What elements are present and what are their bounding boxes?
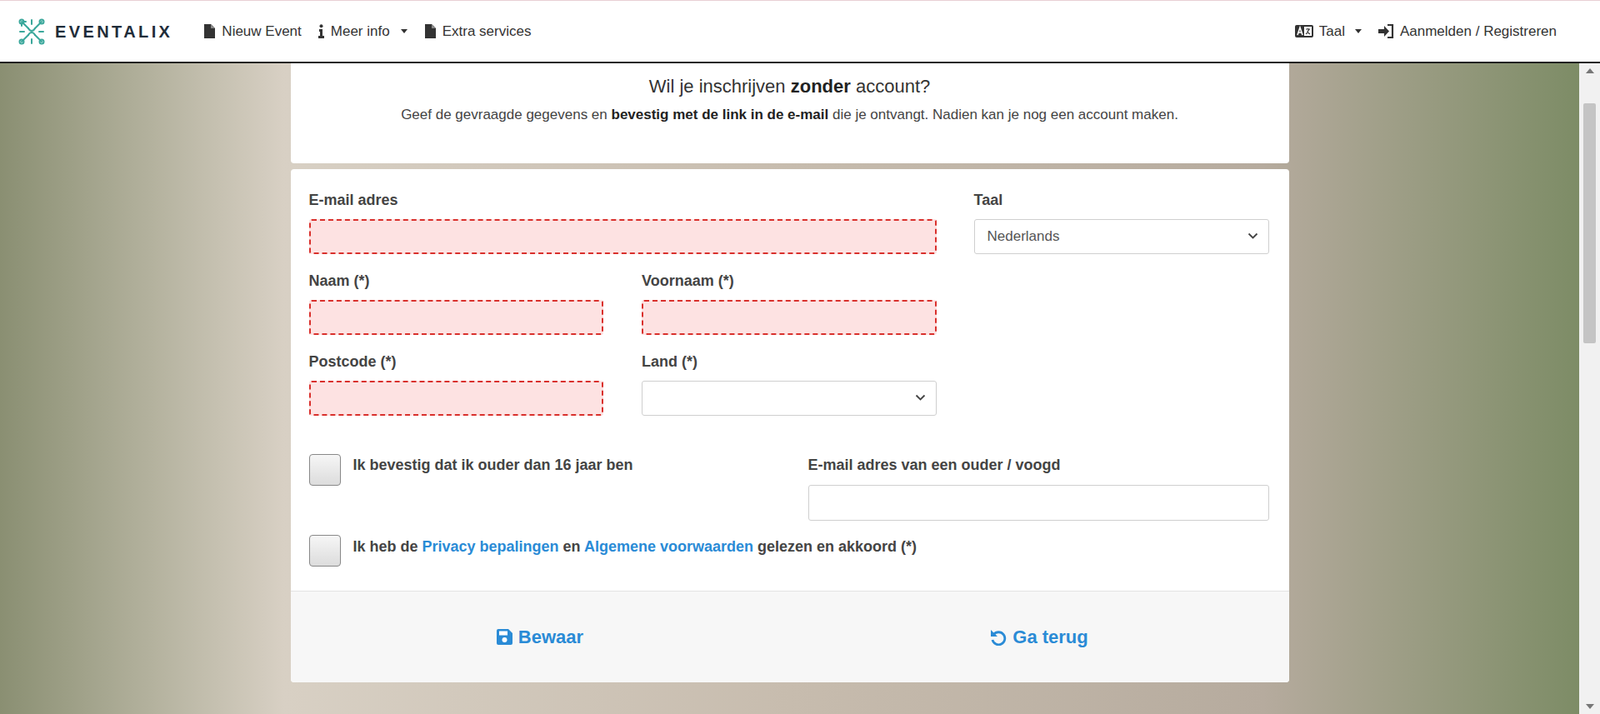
user-menu: Taal Aanmelden / Registreren: [1295, 20, 1557, 43]
logo[interactable]: EVENTALIX: [18, 18, 173, 45]
field-label: E-mail adres: [309, 190, 937, 210]
scrollbar[interactable]: [1579, 63, 1600, 714]
terms-text: Ik heb de: [353, 538, 423, 555]
sign-in-icon: [1378, 24, 1395, 39]
field-label: Postcode (*): [309, 351, 605, 372]
terms-link[interactable]: Privacy bepalingen: [422, 538, 560, 555]
nav-item[interactable]: Meer info: [318, 20, 408, 43]
background-photo: Wil je inschrijven zonder account? Geef d…: [0, 63, 1580, 714]
firstname-input[interactable]: [641, 300, 937, 335]
name-input[interactable]: [309, 300, 605, 335]
language-select[interactable]: Nederlands: [974, 219, 1270, 255]
language-menu[interactable]: Taal: [1295, 20, 1362, 43]
navbar: EVENTALIX Nieuw Event Meer info Extra servi…: [0, 0, 1600, 64]
caret-icon: [400, 29, 408, 34]
login-link[interactable]: Aanmelden / Registreren: [1378, 20, 1557, 43]
signup-form: E-mail adres Naam (*) Voornaam (*) Postcode…: [290, 169, 1290, 683]
nav-item[interactable]: Nieuw Event: [203, 20, 301, 43]
save-button[interactable]: Bewaar: [496, 623, 584, 651]
age-label: Ik bevestig dat ik ouder dan 16 jaar ben: [353, 454, 634, 475]
form-footer: Bewaar Ga terug: [290, 590, 1290, 683]
terms-link[interactable]: Algemene voorwaarden: [584, 538, 754, 555]
terms-text: gelezen en akkoord (*): [753, 538, 917, 555]
parent-email-input[interactable]: [808, 485, 1270, 521]
intro-subtitle: Geef de gevraagde gegevens en bevestig m…: [400, 105, 1179, 125]
save-icon: [496, 629, 513, 645]
scroll-thumb[interactable]: [1583, 103, 1596, 344]
field-label: Naam (*): [309, 270, 605, 291]
terms-text: en: [559, 538, 585, 555]
email-input[interactable]: [309, 219, 937, 255]
field-label: Voornaam (*): [641, 270, 937, 291]
back-button[interactable]: Ga terug: [990, 623, 1088, 651]
language-icon: [1295, 25, 1314, 38]
age-checkbox[interactable]: [309, 454, 341, 486]
logo-icon: [18, 18, 45, 45]
intro-card: Wil je inschrijven zonder account? Geef d…: [290, 63, 1290, 164]
field-label: E-mail adres van een ouder / voogd: [808, 454, 1270, 475]
chevron-down-icon: [915, 394, 926, 402]
country-select[interactable]: [641, 380, 937, 416]
field-label: Taal: [974, 190, 1270, 210]
terms-checkbox[interactable]: [309, 535, 341, 567]
postcode-input[interactable]: [309, 380, 605, 416]
caret-icon: [1355, 29, 1362, 34]
field-label: Land (*): [641, 351, 937, 372]
terms-label: Ik heb de Privacy bepalingen en Algemene…: [353, 535, 918, 557]
nav-item[interactable]: Extra services: [424, 20, 532, 43]
scroll-down-icon[interactable]: [1585, 704, 1595, 710]
chevron-down-icon: [1247, 232, 1259, 240]
file-icon: [424, 24, 436, 39]
main-menu: Nieuw Event Meer info Extra services: [203, 20, 531, 43]
intro-title: Wil je inschrijven zonder account?: [649, 75, 930, 99]
file-icon: [203, 24, 215, 39]
info-icon: [318, 24, 325, 39]
scroll-up-icon[interactable]: [1585, 68, 1595, 74]
undo-icon: [990, 629, 1007, 646]
